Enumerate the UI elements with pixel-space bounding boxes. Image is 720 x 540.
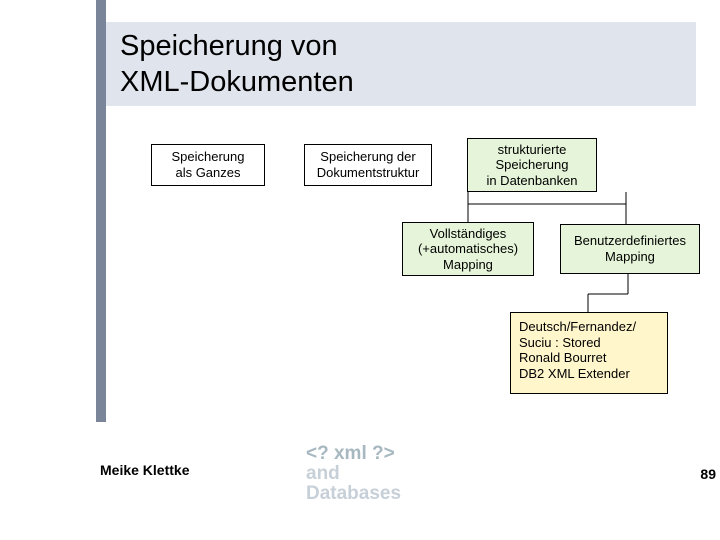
slide-title: Speicherung von XML-Dokumenten	[106, 22, 696, 106]
node-label: Benutzerdefiniertes Mapping	[574, 233, 686, 264]
node-label: strukturierte Speicherung in Datenbanken	[486, 142, 577, 189]
node-storage-whole: Speicherung als Ganzes	[151, 144, 265, 186]
author-name: Meike Klettke	[100, 462, 189, 478]
node-label: Deutsch/Fernandez/ Suciu : Stored Ronald…	[519, 319, 636, 381]
accent-bar	[96, 0, 106, 422]
node-label: Speicherung als Ganzes	[172, 149, 245, 180]
node-label: Speicherung der Dokumentstruktur	[317, 149, 420, 180]
title-line-2: XML-Dokumenten	[120, 66, 354, 98]
node-label: Vollständiges (+automatisches) Mapping	[418, 226, 518, 273]
node-full-mapping: Vollständiges (+automatisches) Mapping	[402, 222, 534, 276]
footer-logo: <? xml ?> and Databases	[306, 444, 401, 504]
logo-line-1: <? xml ?>	[306, 444, 401, 464]
page-number: 89	[700, 466, 716, 482]
node-storage-docstructure: Speicherung der Dokumentstruktur	[304, 144, 432, 186]
title-line-1: Speicherung von	[120, 30, 338, 62]
logo-line-2: and	[306, 464, 401, 484]
node-structured-db: strukturierte Speicherung in Datenbanken	[467, 138, 597, 192]
node-references: Deutsch/Fernandez/ Suciu : Stored Ronald…	[510, 312, 668, 394]
node-userdef-mapping: Benutzerdefiniertes Mapping	[560, 224, 700, 274]
logo-line-3: Databases	[306, 484, 401, 504]
